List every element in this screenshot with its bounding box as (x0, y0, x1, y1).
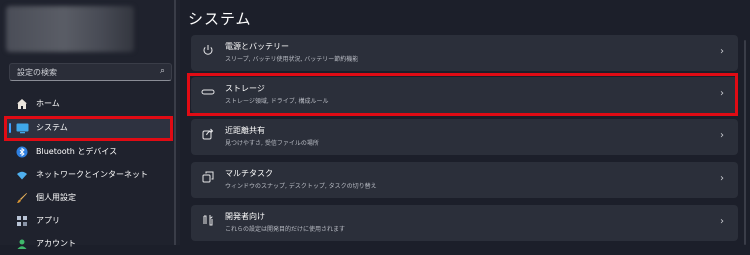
storage-icon (201, 86, 215, 100)
page-title: システム (188, 10, 252, 28)
sidebar: 設定の検索 ⌕ ホーム システム Bluetooth とデバイス ネットワークと… (0, 0, 180, 249)
bluetooth-icon (16, 146, 28, 158)
person-icon (16, 238, 28, 250)
chevron-right-icon: › (720, 130, 724, 141)
settings-card-developer[interactable]: 開発者向け これらの設定は開発目的だけに使用されます › (191, 205, 738, 241)
settings-card-multitasking[interactable]: マルチタスク ウィンドウのスナップ, デスクトップ, タスクの切り替え › (191, 162, 738, 198)
user-avatar-blurred (6, 6, 134, 52)
chevron-right-icon: › (720, 46, 724, 57)
chevron-right-icon: › (720, 173, 724, 184)
developer-icon (201, 214, 215, 228)
chevron-right-icon: › (720, 88, 724, 99)
settings-card-nearby-share[interactable]: 近距離共有 見つけやすさ, 受信ファイルの場所 › (191, 119, 738, 155)
sidebar-item-label: ネットワークとインターネット (36, 170, 148, 179)
sidebar-item-label: システム (36, 123, 68, 132)
share-icon (201, 128, 215, 142)
card-subtitle: ストレージ領域, ドライブ, 構成ルール (225, 98, 329, 105)
search-icon: ⌕ (159, 66, 165, 76)
settings-card-storage[interactable]: ストレージ ストレージ領域, ドライブ, 構成ルール › (191, 77, 738, 113)
power-icon (201, 44, 215, 58)
card-subtitle: 見つけやすさ, 受信ファイルの場所 (225, 140, 319, 147)
sidebar-item-label: アプリ (36, 216, 60, 225)
search-placeholder: 設定の検索 (17, 68, 57, 77)
sidebar-item-apps[interactable]: アプリ (6, 210, 172, 232)
card-subtitle: ウィンドウのスナップ, デスクトップ, タスクの切り替え (225, 183, 377, 190)
card-subtitle: これらの設定は開発目的だけに使用されます (225, 226, 346, 233)
home-icon (16, 98, 28, 110)
sidebar-item-bluetooth[interactable]: Bluetooth とデバイス (6, 141, 172, 163)
selection-indicator (9, 123, 11, 133)
wifi-icon (16, 169, 28, 181)
sidebar-item-system[interactable]: システム (6, 117, 172, 139)
card-title: 開発者向け (225, 212, 265, 221)
multitask-icon (201, 171, 215, 185)
card-subtitle: スリープ, バッテリ使用状況, バッテリー節約機能 (225, 56, 359, 63)
sidebar-item-label: アカウント (36, 239, 76, 248)
sidebar-item-personalization[interactable]: 個人用設定 (6, 187, 172, 209)
settings-card-power[interactable]: 電源とバッテリー スリープ, バッテリ使用状況, バッテリー節約機能 › (191, 35, 738, 71)
brush-icon (16, 192, 28, 204)
pane-divider (174, 0, 176, 245)
sidebar-item-label: ホーム (36, 99, 60, 108)
apps-icon (16, 215, 28, 227)
card-title: 近距離共有 (225, 126, 265, 135)
card-title: マルチタスク (225, 169, 273, 178)
sidebar-item-home[interactable]: ホーム (6, 93, 172, 115)
sidebar-item-network[interactable]: ネットワークとインターネット (6, 164, 172, 186)
scrollbar[interactable] (744, 40, 746, 245)
sidebar-item-label: Bluetooth とデバイス (36, 147, 118, 156)
card-title: 電源とバッテリー (225, 42, 289, 51)
card-title: ストレージ (225, 84, 265, 93)
sidebar-item-label: 個人用設定 (36, 193, 76, 202)
search-input[interactable]: 設定の検索 ⌕ (9, 63, 172, 81)
display-icon (16, 122, 29, 134)
chevron-right-icon: › (720, 216, 724, 227)
sidebar-item-accounts[interactable]: アカウント (6, 233, 172, 255)
